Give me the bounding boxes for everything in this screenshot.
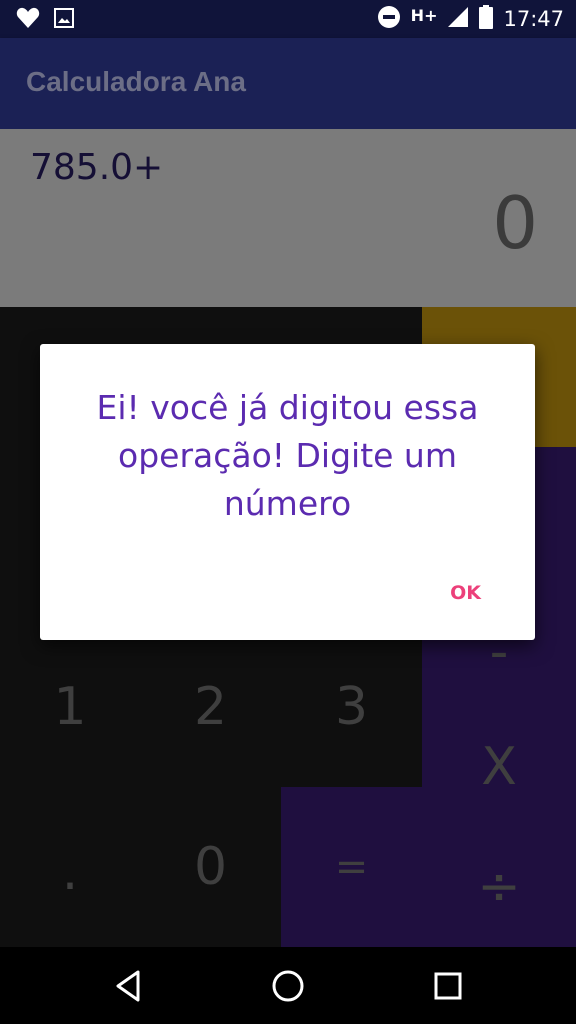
recents-icon[interactable]: [428, 967, 468, 1005]
key-3[interactable]: 3: [281, 637, 422, 777]
signal-icon: [447, 6, 469, 32]
key-equals[interactable]: =: [281, 787, 422, 947]
result-text: 0: [492, 181, 538, 265]
image-icon: [54, 8, 74, 32]
app-bar: Calculadora Ana: [0, 38, 576, 129]
key-divide[interactable]: ÷: [422, 827, 576, 947]
key-decimal[interactable]: .: [0, 797, 140, 947]
back-icon[interactable]: [108, 967, 148, 1005]
battery-icon: [479, 5, 494, 33]
key-1[interactable]: 1: [0, 637, 140, 777]
status-bar: H+ 17:47: [0, 0, 576, 38]
clock: 17:47: [503, 7, 564, 31]
app-title: Calculadora Ana: [26, 66, 246, 97]
key-2[interactable]: 2: [140, 637, 281, 777]
key-multiply[interactable]: X: [422, 707, 576, 827]
heart-icon: [16, 7, 40, 33]
do-not-disturb-icon: [377, 5, 401, 33]
home-icon[interactable]: [268, 967, 308, 1005]
network-type-label: H+: [410, 5, 438, 25]
key-0[interactable]: 0: [140, 787, 281, 947]
expression-text: 785.0+: [30, 147, 164, 188]
navigation-bar: [0, 947, 576, 1024]
ok-button[interactable]: OK: [450, 582, 481, 604]
dialog-message: Ei! você já digitou essa operação! Digit…: [96, 388, 479, 523]
calculator-display: 785.0+ 0: [0, 129, 576, 307]
alert-dialog: Ei! você já digitou essa operação! Digit…: [40, 344, 535, 640]
